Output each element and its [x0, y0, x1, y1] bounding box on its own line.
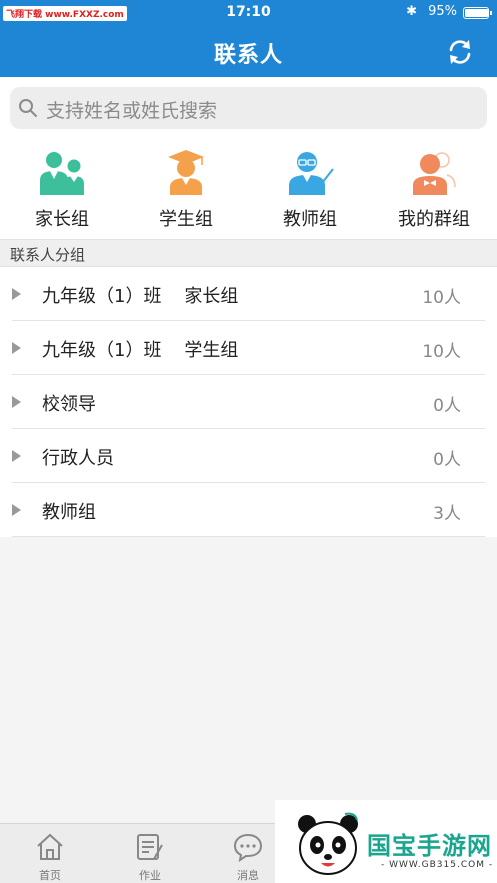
- list-item[interactable]: 九年级（1）班 家长组 10人: [12, 267, 485, 321]
- tab-home[interactable]: 首页: [4, 824, 96, 883]
- group-students-label: 学生组: [159, 209, 213, 230]
- list-item-name: 校领导: [42, 394, 96, 415]
- list-item[interactable]: 校领导 0人: [12, 375, 485, 429]
- search-input[interactable]: 支持姓名或姓氏搜索: [10, 87, 487, 129]
- list-item-count: 10人: [422, 288, 461, 308]
- expand-arrow-icon: [12, 288, 21, 300]
- list-item[interactable]: 行政人员 0人: [12, 429, 485, 483]
- teacher-icon: [289, 152, 334, 195]
- search-icon: [19, 99, 37, 117]
- panda-logo-icon: [298, 812, 358, 875]
- expand-arrow-icon: [12, 504, 21, 516]
- section-header: 联系人分组: [0, 239, 497, 267]
- list-item[interactable]: 教师组 3人: [12, 483, 485, 537]
- group-teachers-label: 教师组: [283, 209, 337, 230]
- group-shortcuts: 家长组 学生组 教师组 我的群组: [0, 139, 497, 239]
- search-placeholder: 支持姓名或姓氏搜索: [46, 100, 218, 122]
- list-item[interactable]: 九年级（1）班 学生组 10人: [12, 321, 485, 375]
- parents-icon: [40, 152, 84, 195]
- group-teachers[interactable]: 教师组: [248, 139, 372, 239]
- my-group-icon: [413, 152, 456, 195]
- group-students[interactable]: 学生组: [124, 139, 248, 239]
- page-title: 联系人: [213, 43, 283, 68]
- list-item-name: 教师组: [42, 502, 96, 523]
- bluetooth-icon: ✱: [406, 4, 417, 19]
- expand-arrow-icon: [12, 342, 21, 354]
- group-parents-label: 家长组: [35, 209, 89, 230]
- battery-percent: 95%: [428, 4, 457, 19]
- list-item-name: 九年级（1）班 学生组: [42, 340, 239, 361]
- search-section: 支持姓名或姓氏搜索: [0, 77, 497, 139]
- tab-bar: 首页 作业 消息: [0, 823, 275, 883]
- watermark-brand: 国宝手游网: [367, 832, 492, 860]
- contact-group-list: 九年级（1）班 家长组 10人 九年级（1）班 学生组 10人 校领导 0人 行…: [0, 267, 497, 537]
- list-item-count: 10人: [422, 342, 461, 362]
- tab-homework-label: 作业: [139, 869, 161, 882]
- group-parents[interactable]: 家长组: [0, 139, 124, 239]
- watermark-url: - WWW.GB315.COM -: [381, 860, 494, 870]
- battery-icon: [463, 7, 492, 19]
- expand-arrow-icon: [12, 396, 21, 408]
- tab-homework[interactable]: 作业: [104, 824, 196, 883]
- status-time: 17:10: [226, 4, 271, 20]
- list-item-count: 3人: [433, 504, 461, 524]
- list-item-name: 行政人员: [42, 448, 114, 469]
- list-item-count: 0人: [433, 396, 461, 416]
- section-header-label: 联系人分组: [10, 246, 86, 264]
- graduate-icon: [168, 150, 204, 195]
- nav-bar: 联系人: [0, 25, 497, 77]
- status-bar: 飞翔下载 www.FXXZ.com 17:10 ✱ 95%: [0, 0, 497, 25]
- home-icon: [37, 833, 63, 860]
- list-item-count: 0人: [433, 450, 461, 470]
- message-icon: [233, 833, 263, 862]
- expand-arrow-icon: [12, 450, 21, 462]
- refresh-icon[interactable]: [445, 37, 475, 67]
- group-my-groups[interactable]: 我的群组: [372, 139, 496, 239]
- list-item-name: 九年级（1）班 家长组: [42, 286, 239, 307]
- group-my-groups-label: 我的群组: [398, 209, 470, 230]
- watermark-logo: 国宝手游网 - WWW.GB315.COM -: [275, 800, 497, 883]
- homework-icon: [137, 834, 163, 860]
- tab-home-label: 首页: [39, 869, 61, 882]
